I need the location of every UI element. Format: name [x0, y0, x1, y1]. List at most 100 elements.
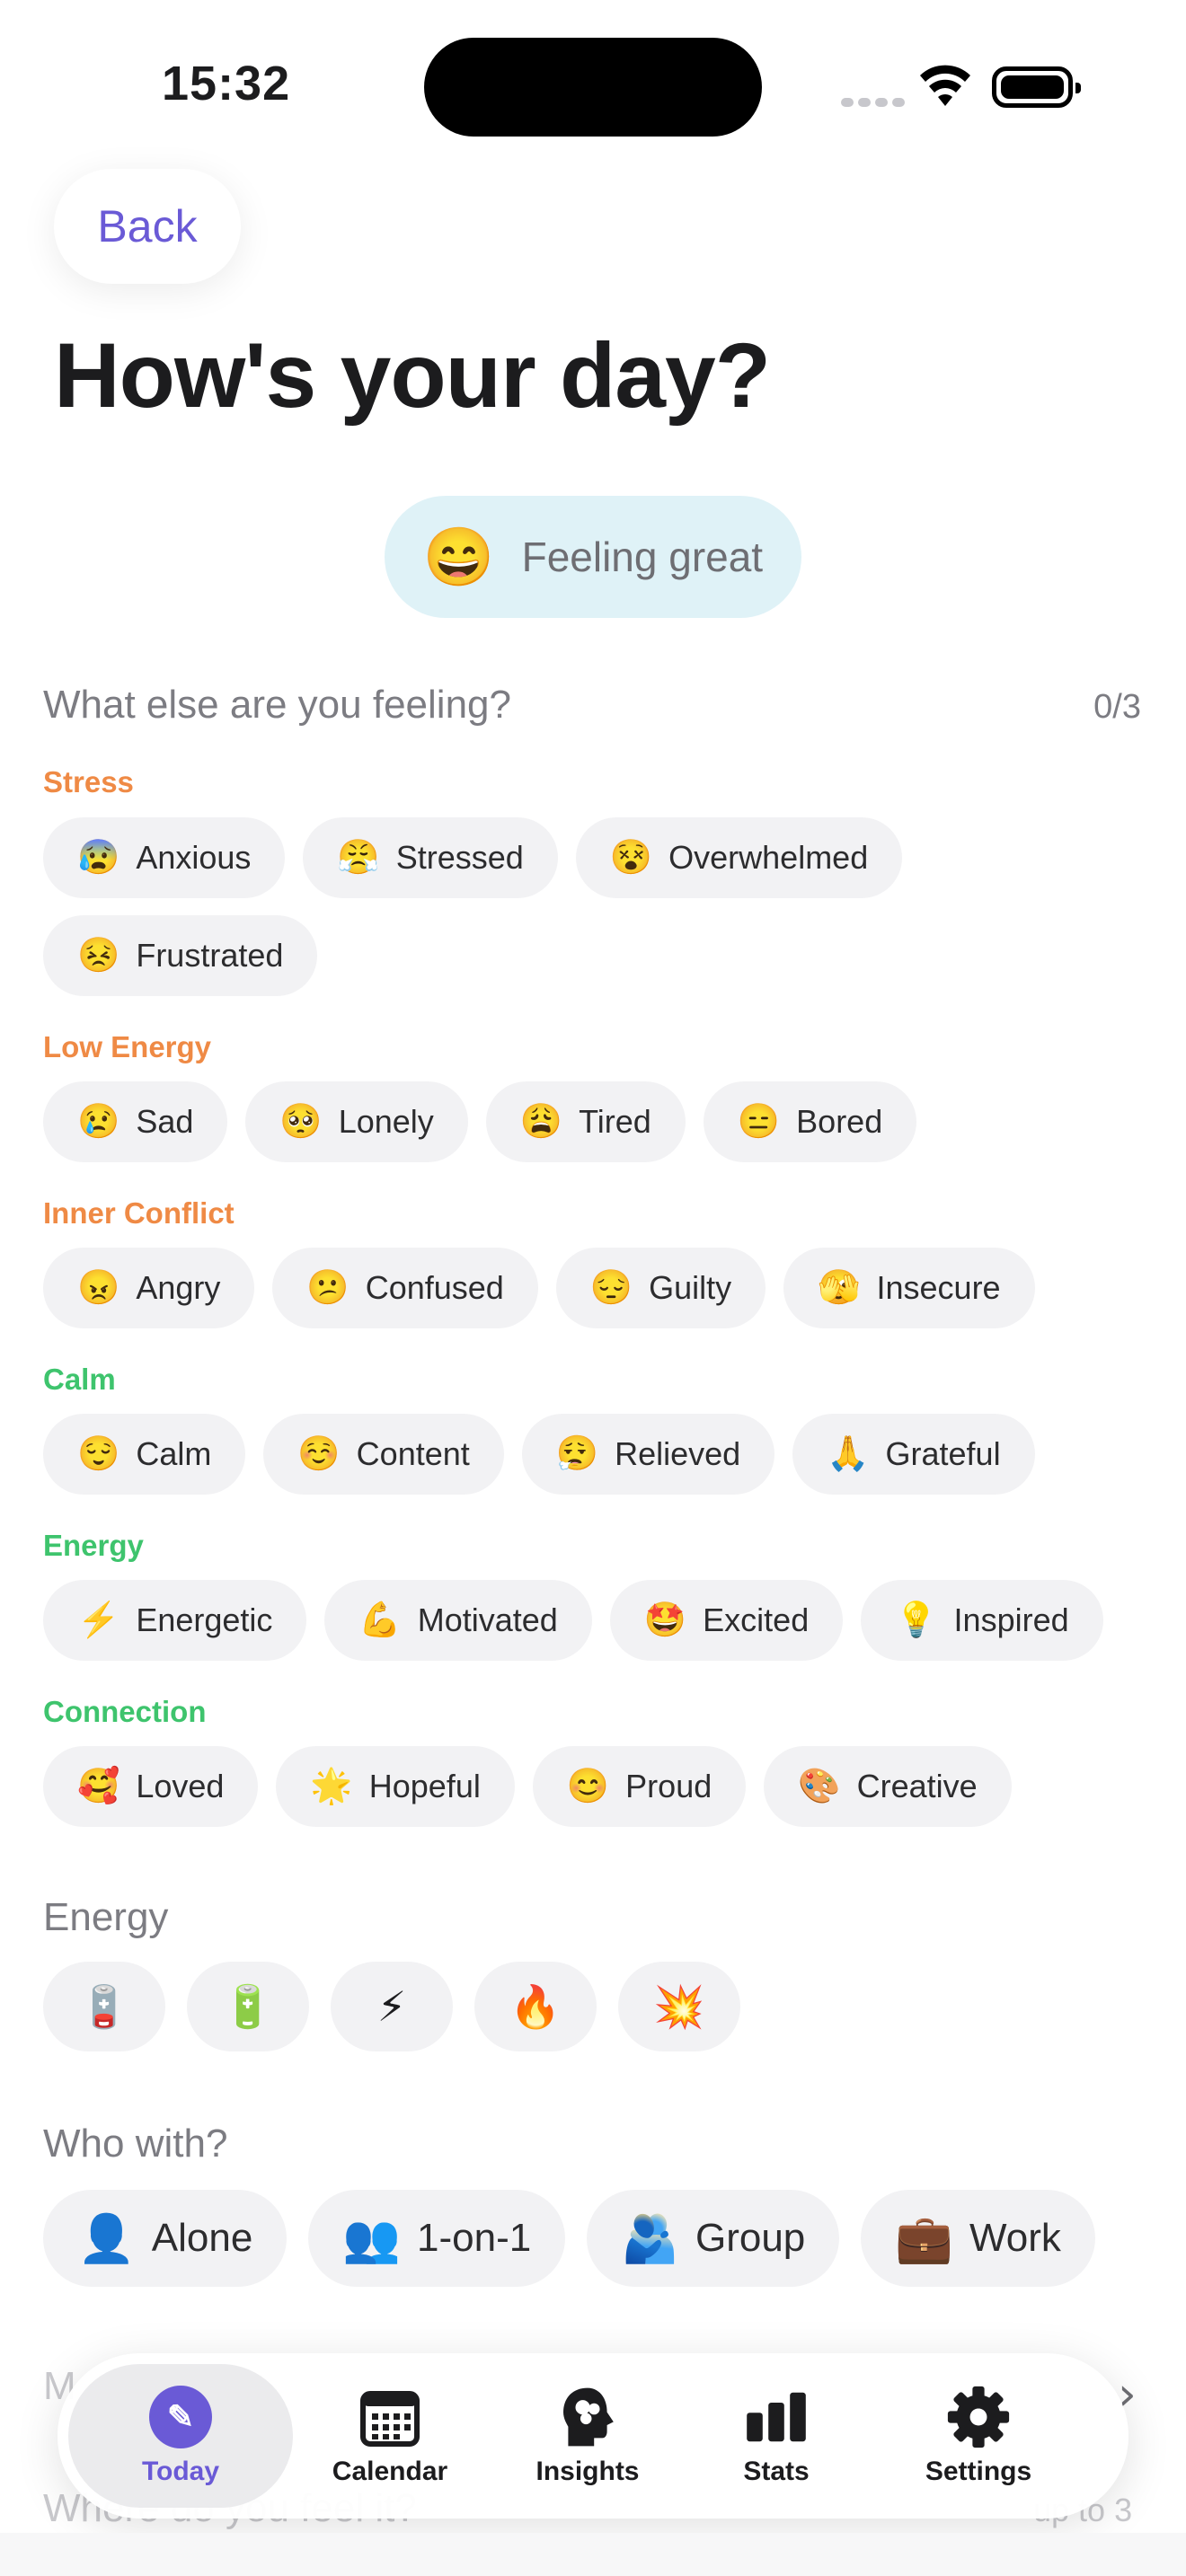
lightning-icon[interactable]: ⚡ — [331, 1962, 453, 2051]
group-title-low-energy: Low Energy — [43, 1030, 212, 1063]
full-battery-icon[interactable]: 🔋 — [187, 1962, 309, 2051]
who-group-button[interactable]: 🫂 Group — [587, 2190, 840, 2287]
who-label: 1-on-1 — [417, 2216, 532, 2260]
low-battery-icon[interactable]: 🪫 — [43, 1962, 165, 2051]
grinning-face-icon: 😄 — [422, 524, 495, 589]
energy-feelings-row: ⚡ Energetic 💪 Motivated 🤩 Excited 💡 Inspired — [43, 1580, 1103, 1661]
chip-hopeful[interactable]: 🌟 Hopeful — [276, 1746, 515, 1827]
chip-label: Tired — [579, 1103, 651, 1140]
chip-label: Hopeful — [368, 1768, 481, 1804]
home-indicator-area — [0, 2533, 1186, 2576]
who-work-button[interactable]: 💼 Work — [861, 2190, 1095, 2287]
group-title-calm: Calm — [43, 1363, 116, 1396]
chip-lonely[interactable]: 🥺 Lonely — [245, 1081, 468, 1162]
who-with-title: Who with? — [43, 2122, 228, 2166]
chip-label: Frustrated — [136, 937, 284, 974]
page-title: How's your day? — [54, 324, 771, 427]
chip-grateful[interactable]: 🙏 Grateful — [792, 1414, 1035, 1495]
battery-icon — [992, 66, 1081, 108]
status-bar: 15:32 — [0, 0, 1186, 171]
chip-confused[interactable]: 😕 Confused — [272, 1248, 538, 1328]
artist-palette-icon: 🎨 — [798, 1768, 841, 1805]
chip-tired[interactable]: 😩 Tired — [485, 1081, 686, 1162]
chip-label: Bored — [796, 1103, 883, 1140]
pencil-icon: ✎ — [149, 2386, 212, 2448]
exhaling-face-icon: 😮‍💨 — [555, 1435, 599, 1473]
confused-face-icon: 😕 — [306, 1269, 350, 1307]
chip-overwhelmed[interactable]: 😵 Overwhelmed — [575, 817, 903, 898]
chip-label: Content — [356, 1435, 470, 1472]
chip-loved[interactable]: 🥰 Loved — [43, 1746, 259, 1827]
chip-label: Motivated — [417, 1601, 558, 1638]
chip-label: Grateful — [885, 1435, 1001, 1472]
connection-row: 🥰 Loved 🌟 Hopeful 😊 Proud 🎨 Creative — [43, 1746, 1012, 1827]
who-one-on-one-button[interactable]: 👥 1-on-1 — [308, 2190, 566, 2287]
chip-energetic[interactable]: ⚡ Energetic — [43, 1580, 307, 1661]
chip-label: Proud — [625, 1768, 712, 1804]
persevering-face-icon: 😣 — [77, 937, 120, 975]
group-icon: 🫂 — [621, 2212, 679, 2265]
chip-creative[interactable]: 🎨 Creative — [764, 1746, 1012, 1827]
back-button[interactable]: Back — [54, 169, 241, 284]
cellular-signal-icon — [841, 93, 909, 110]
tab-label: Calendar — [332, 2457, 448, 2486]
pleading-face-icon: 🥺 — [279, 1103, 323, 1141]
stress-row-2: 😣 Frustrated — [43, 915, 318, 996]
chip-label: Guilty — [649, 1269, 732, 1306]
energy-section-title: Energy — [43, 1895, 169, 1939]
briefcase-icon: 💼 — [895, 2212, 954, 2265]
chip-guilty[interactable]: 😔 Guilty — [555, 1248, 766, 1328]
group-title-connection: Connection — [43, 1695, 207, 1728]
bar-chart-icon — [747, 2392, 806, 2442]
feelings-counter: 0/3 — [1093, 688, 1141, 726]
tab-calendar[interactable]: Calendar — [300, 2353, 480, 2519]
glowing-star-icon: 🌟 — [310, 1768, 353, 1805]
tab-insights[interactable]: Insights — [498, 2353, 677, 2519]
crying-face-icon: 😢 — [77, 1103, 120, 1141]
peeking-face-icon: 🫣 — [818, 1269, 861, 1307]
tab-label: Today — [141, 2457, 220, 2486]
chip-label: Lonely — [338, 1103, 434, 1140]
tab-settings[interactable]: Settings — [893, 2353, 1064, 2519]
chip-inspired[interactable]: 💡 Inspired — [861, 1580, 1103, 1661]
tab-stats[interactable]: Stats — [704, 2353, 848, 2519]
tab-label: Stats — [743, 2457, 810, 2486]
chip-motivated[interactable]: 💪 Motivated — [324, 1580, 592, 1661]
tab-today[interactable]: ✎ Today — [68, 2364, 293, 2508]
flexed-biceps-icon: 💪 — [358, 1601, 402, 1639]
who-alone-button[interactable]: 👤 Alone — [43, 2190, 288, 2287]
chip-label: Stressed — [395, 839, 524, 876]
expressionless-face-icon: 😑 — [737, 1103, 781, 1141]
star-struck-icon: 🤩 — [643, 1601, 687, 1639]
who-label: Group — [695, 2216, 806, 2260]
selected-mood-pill[interactable]: 😄 Feeling great — [385, 496, 801, 618]
group-title-stress: Stress — [43, 765, 134, 798]
chip-stressed[interactable]: 😤 Stressed — [303, 817, 558, 898]
explosion-icon[interactable]: 💥 — [618, 1962, 740, 2051]
anxious-face-icon: 😰 — [77, 839, 120, 877]
calendar-icon — [360, 2391, 420, 2447]
chip-relieved[interactable]: 😮‍💨 Relieved — [521, 1414, 775, 1495]
chip-label: Insecure — [876, 1269, 1001, 1306]
tab-bar: ✎ Today Calendar Insights Stats Settings — [58, 2353, 1128, 2519]
chip-bored[interactable]: 😑 Bored — [703, 1081, 917, 1162]
smiling-face-icon: ☺️ — [297, 1435, 341, 1473]
chip-insecure[interactable]: 🫣 Insecure — [783, 1248, 1035, 1328]
mood-label: Feeling great — [521, 534, 764, 580]
chip-angry[interactable]: 😠 Angry — [43, 1248, 255, 1328]
chip-label: Excited — [703, 1601, 810, 1638]
chip-frustrated[interactable]: 😣 Frustrated — [43, 915, 318, 996]
steam-face-icon: 😤 — [337, 839, 380, 877]
chip-label: Sad — [136, 1103, 194, 1140]
chip-sad[interactable]: 😢 Sad — [43, 1081, 228, 1162]
chip-proud[interactable]: 😊 Proud — [532, 1746, 747, 1827]
brain-head-icon — [563, 2387, 614, 2447]
chip-calm[interactable]: 😌 Calm — [43, 1414, 246, 1495]
chip-label: Confused — [365, 1269, 504, 1306]
chip-excited[interactable]: 🤩 Excited — [609, 1580, 844, 1661]
chip-content[interactable]: ☺️ Content — [263, 1414, 504, 1495]
fire-icon[interactable]: 🔥 — [474, 1962, 597, 2051]
gear-icon — [947, 2386, 1010, 2448]
chip-anxious[interactable]: 😰 Anxious — [43, 817, 286, 898]
smiling-eyes-face-icon: 😊 — [566, 1768, 610, 1805]
